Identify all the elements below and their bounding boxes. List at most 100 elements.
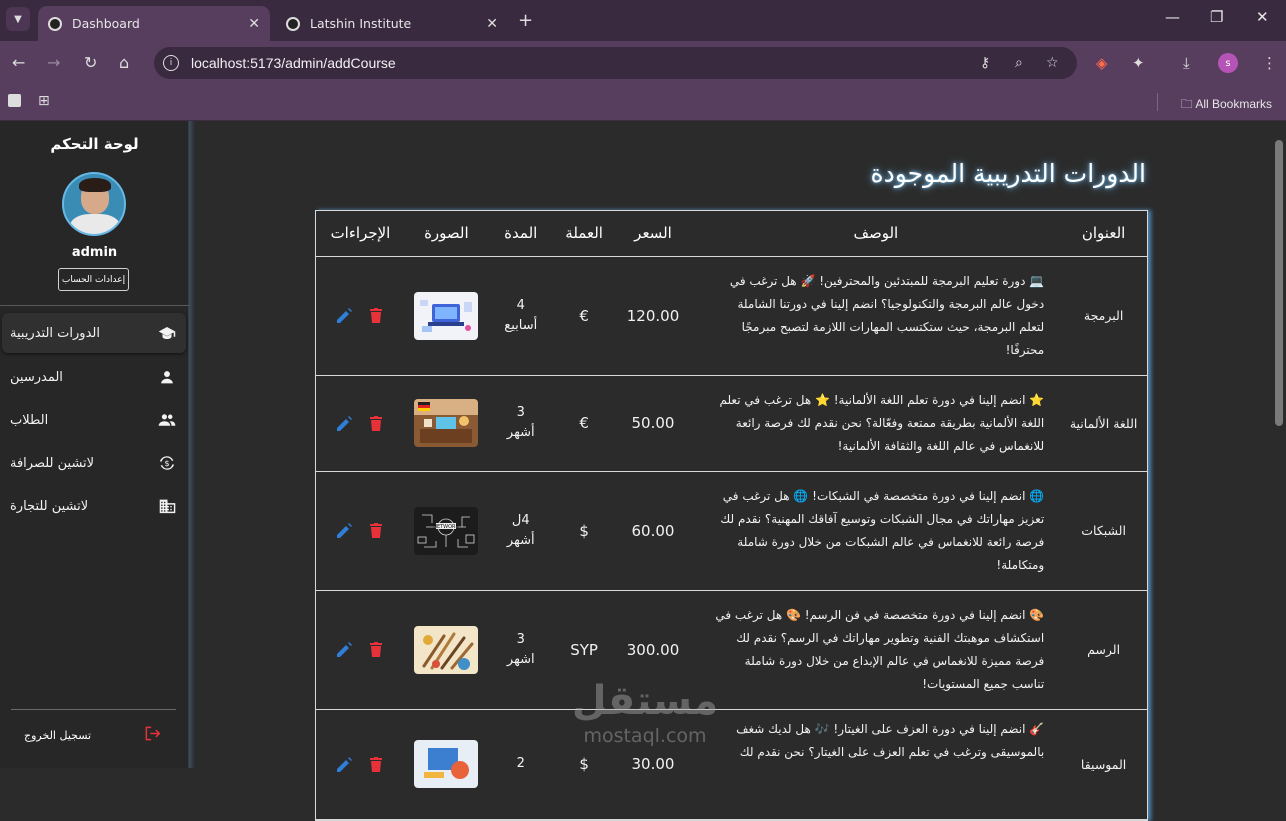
course-title: البرمجة [1060, 256, 1147, 376]
password-key-icon[interactable]: ⚷ [980, 55, 990, 71]
edit-icon[interactable] [335, 522, 353, 540]
tab-title: Latshin Institute [310, 16, 412, 31]
browser-tab-bar: ▼ Dashboard ✕ Latshin Institute ✕ + — ❐ … [0, 0, 1286, 41]
course-currency: SYP [553, 590, 615, 710]
sidebar-item-courses[interactable]: الدورات التدريبية [2, 313, 186, 353]
course-image-cell: NETWORK [404, 471, 488, 591]
sidebar-shadow [189, 121, 195, 768]
course-price: 120.00 [614, 256, 692, 376]
course-currency: € [553, 375, 615, 472]
back-icon[interactable]: ← [12, 53, 25, 72]
course-duration: 2 [487, 709, 554, 820]
building-icon [158, 497, 176, 515]
forward-icon[interactable]: → [47, 53, 60, 72]
close-tab-icon[interactable]: ✕ [248, 16, 260, 32]
course-price: 50.00 [614, 375, 692, 472]
bookmark-star-icon[interactable]: ☆ [1046, 55, 1059, 71]
course-currency: $ [553, 471, 615, 591]
course-thumbnail [414, 291, 479, 340]
logout-divider [11, 709, 176, 710]
course-title: الشبكات [1060, 471, 1147, 591]
course-duration: 3 اشهر [487, 590, 554, 710]
all-bookmarks-button[interactable]: 🗀 All Bookmarks [1181, 95, 1272, 116]
sidebar-item-teachers[interactable]: المدرسين [2, 357, 186, 397]
course-image-cell [404, 709, 488, 820]
table-row: الشبكات 🌐 انضم إلينا في دورة متخصصة في ا… [316, 471, 1147, 591]
edit-icon[interactable] [335, 755, 353, 773]
extensions-puzzle-icon[interactable]: ✦ [1132, 54, 1145, 72]
close-window-icon[interactable]: ✕ [1256, 8, 1269, 26]
sidebar-divider [0, 305, 189, 306]
course-image-cell [404, 375, 488, 472]
column-header-image: الصورة [404, 211, 488, 257]
svg-text:NETWORK: NETWORK [434, 524, 460, 530]
sidebar-item-exchange[interactable]: لاتشين للصرافة $ [2, 443, 186, 483]
address-bar[interactable]: i localhost:5173/admin/addCourse ⚷ ⌕ ☆ [154, 47, 1077, 79]
zoom-icon[interactable]: ⌕ [1015, 55, 1023, 71]
duration-number: 2 [516, 756, 525, 771]
table-row: الرسم 🎨 انضم إلينا في دورة متخصصة في فن … [316, 590, 1147, 710]
page-content: لوحة التحكم admin إعدادات الحساب الدورات… [0, 121, 1286, 821]
duration-number: 3 [516, 631, 525, 647]
delete-icon[interactable] [367, 522, 385, 540]
course-title: اللغة الألمانية [1060, 375, 1147, 472]
course-description: 🎨 انضم إلينا في دورة متخصصة في فن الرسم!… [691, 590, 1061, 710]
maximize-icon[interactable]: ❐ [1210, 8, 1223, 26]
site-favicon-icon [286, 16, 300, 31]
actions-cell [316, 256, 405, 376]
folder-icon: 🗀 [1180, 97, 1193, 111]
edit-icon[interactable] [335, 414, 353, 432]
course-title: الرسم [1060, 590, 1147, 710]
delete-icon[interactable] [367, 307, 385, 325]
table-row: الموسيقا 🎸 انضم إلينا في دورة العزف على … [316, 709, 1147, 820]
course-description: 🎸 انضم إلينا في دورة العزف على الغيتار! … [691, 709, 1061, 820]
course-image-cell [404, 256, 488, 376]
duration-unit: اشهر [506, 651, 535, 667]
url-text[interactable]: localhost:5173/admin/addCourse [191, 55, 396, 71]
profile-avatar[interactable]: s [1218, 53, 1238, 73]
duration-number: 4ل [511, 512, 530, 528]
course-thumbnail [414, 399, 479, 447]
tab-search-button[interactable]: ▼ [6, 7, 30, 31]
menu-kebab-icon[interactable]: ⋮ [1262, 54, 1277, 72]
people-icon [158, 411, 176, 429]
course-price: 300.00 [614, 590, 692, 710]
scrollbar-thumb[interactable] [1275, 140, 1283, 426]
column-header-currency: العملة [553, 211, 615, 257]
column-header-actions: الإجراءات [316, 211, 405, 257]
reload-icon[interactable]: ↻ [84, 53, 97, 72]
all-bookmarks-label: All Bookmarks [1195, 97, 1272, 111]
sidebar-item-students[interactable]: الطلاب [2, 400, 186, 440]
apps-grid-icon[interactable]: ⊞ [38, 93, 50, 109]
sidebar-item-label: الطلاب [10, 412, 49, 428]
sidebar-item-label: لاتشين للصرافة [10, 455, 95, 471]
course-currency: € [553, 256, 615, 376]
logout-icon [144, 726, 161, 744]
home-icon[interactable]: ⌂ [119, 53, 129, 72]
course-price: 30.00 [614, 709, 692, 820]
delete-icon[interactable] [367, 755, 385, 773]
extension-icon[interactable]: ◈ [1096, 54, 1108, 72]
edit-icon[interactable] [335, 641, 353, 659]
tab-latshin-institute[interactable]: Latshin Institute ✕ [276, 6, 508, 41]
course-description: 💻 دورة تعليم البرمجة للمبتدئين والمحترفي… [691, 256, 1061, 376]
page-title: الدورات التدريبية الموجودة [870, 159, 1147, 188]
sidebar-item-trade[interactable]: لاتشين للتجارة [2, 486, 186, 526]
download-icon[interactable]: ⤓ [1183, 54, 1190, 72]
close-tab-icon[interactable]: ✕ [486, 16, 498, 32]
tab-dashboard[interactable]: Dashboard ✕ [38, 6, 270, 41]
delete-icon[interactable] [367, 641, 385, 659]
delete-icon[interactable] [367, 414, 385, 432]
account-settings-button[interactable]: إعدادات الحساب [58, 268, 129, 291]
tab-strip-icon[interactable] [8, 94, 21, 107]
admin-avatar [62, 172, 126, 236]
site-info-icon[interactable]: i [163, 55, 179, 71]
courses-table: العنوان الوصف السعر العملة المدة الصورة … [315, 210, 1148, 821]
new-tab-icon[interactable]: + [518, 10, 533, 31]
minimize-icon[interactable]: — [1165, 8, 1180, 26]
sidebar: لوحة التحكم admin إعدادات الحساب الدورات… [0, 121, 189, 768]
page-scrollbar[interactable] [1271, 121, 1286, 768]
edit-icon[interactable] [335, 307, 353, 325]
logout-button[interactable]: تسجيل الخروج [10, 721, 175, 749]
duration-unit: أسابيع [504, 317, 538, 333]
